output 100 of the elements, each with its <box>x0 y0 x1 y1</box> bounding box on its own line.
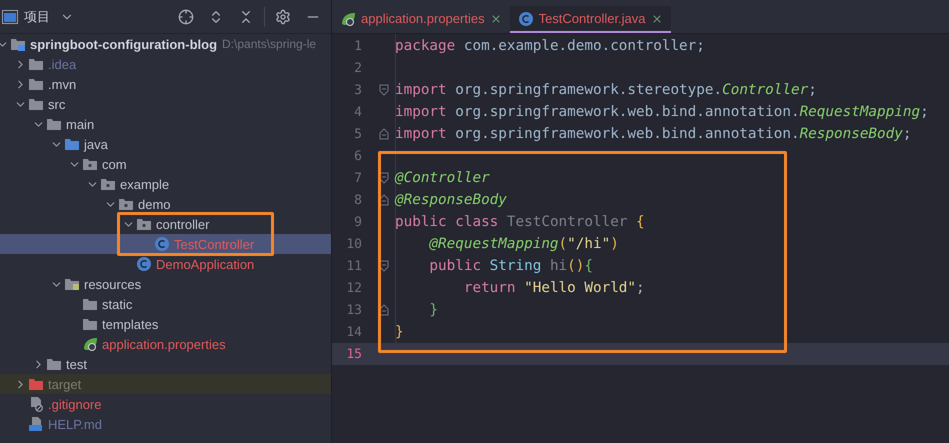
code-line: public class TestController { <box>395 214 645 230</box>
code-line: @ResponseBody <box>395 192 507 208</box>
fold-end-icon[interactable] <box>379 194 389 206</box>
tree-item-label: example <box>120 176 170 192</box>
line-number: 2 <box>353 60 362 76</box>
code-line: public String hi(){ <box>428 258 593 274</box>
package-icon <box>118 196 134 212</box>
tree-item[interactable]: templates <box>0 314 331 334</box>
folder-icon <box>46 116 62 132</box>
folder-icon <box>46 356 62 372</box>
package-icon <box>136 216 152 232</box>
tree-item[interactable]: static <box>0 294 331 314</box>
line-number: 8 <box>353 192 362 208</box>
ignore-file-icon <box>28 396 44 412</box>
leaf-icon <box>82 336 98 352</box>
folder-icon <box>82 296 98 312</box>
panel-title[interactable]: 项目 <box>24 8 50 26</box>
tree-item-label: templates <box>102 316 158 332</box>
panel-icon <box>2 10 18 24</box>
line-number: 15 <box>345 346 362 362</box>
editor-tab[interactable]: application.properties <box>332 6 510 33</box>
code-line: import org.springframework.web.bind.annotation.ResponseBody; <box>395 126 912 142</box>
line-number: 7 <box>353 170 362 186</box>
tree-item[interactable]: .gitignore <box>0 394 331 414</box>
code-line: import org.springframework.web.bind.annotation.RequestMapping; <box>395 104 929 120</box>
tree-item-label: static <box>102 296 132 312</box>
resources-folder-icon <box>64 276 80 292</box>
line-number: 9 <box>353 214 362 230</box>
tree-item[interactable]: example <box>0 174 331 194</box>
tree-item[interactable]: test <box>0 354 331 374</box>
tree-item-label: .mvn <box>48 76 76 92</box>
tree-item-label: test <box>66 356 87 372</box>
code-line: return "Hello World"; <box>462 280 645 296</box>
tree-item[interactable]: application.properties <box>0 334 331 354</box>
line-number: 12 <box>345 280 362 296</box>
folder-icon <box>64 136 80 152</box>
tree-item[interactable]: java <box>0 134 331 154</box>
tree-item-label: src <box>48 96 66 112</box>
tree-item-label: demo <box>138 196 171 212</box>
class-icon <box>154 236 170 252</box>
folder-icon <box>28 56 44 72</box>
leaf-icon <box>340 10 356 26</box>
folder-icon <box>28 376 44 392</box>
line-number: 10 <box>345 236 362 252</box>
module-icon <box>10 36 26 52</box>
tree-item[interactable]: controller <box>0 214 331 234</box>
fold-end-icon[interactable] <box>379 128 389 140</box>
tree-item-label: java <box>84 136 108 152</box>
tree-item[interactable]: com <box>0 154 331 174</box>
editor-tab[interactable]: TestController.java <box>510 6 671 33</box>
tree-item-label: application.properties <box>102 336 226 352</box>
tree-item-label: HELP.md <box>48 416 102 432</box>
folder-icon <box>82 316 98 332</box>
tree-item[interactable]: main <box>0 114 331 134</box>
project-path: D:\pants\spring-le <box>222 37 316 51</box>
tree-item[interactable]: demo <box>0 194 331 214</box>
line-number: 11 <box>345 258 362 274</box>
folder-icon <box>28 76 44 92</box>
code-line: import org.springframework.stereotype.Controller; <box>395 82 817 98</box>
package-icon <box>82 156 98 172</box>
package-icon <box>100 176 116 192</box>
code-line: package com.example.demo.controller; <box>395 38 705 54</box>
class-icon <box>518 10 534 26</box>
tree-item[interactable]: springboot-configuration-blog D:\pants\spring-le <box>0 34 331 54</box>
fold-start-icon[interactable] <box>379 260 389 272</box>
tree-item[interactable]: resources <box>0 274 331 294</box>
close-icon[interactable] <box>650 12 663 24</box>
tree-item-label: springboot-configuration-blog <box>30 36 218 52</box>
locate-icon[interactable] <box>178 8 194 24</box>
tree-item[interactable]: src <box>0 94 331 114</box>
line-number: 4 <box>353 104 362 120</box>
code-line: } <box>428 302 438 318</box>
tree-item-label: TestController <box>174 236 254 252</box>
line-number: 14 <box>345 324 362 340</box>
tree-item-label: DemoApplication <box>156 256 254 272</box>
tree-item-label: .idea <box>48 56 76 72</box>
tree-item[interactable]: DemoApplication <box>0 254 331 274</box>
tree-item-label: main <box>66 116 94 132</box>
close-icon[interactable] <box>490 12 502 24</box>
line-number: 6 <box>353 148 362 164</box>
line-number: 13 <box>345 302 362 318</box>
settings-icon[interactable] <box>275 8 291 24</box>
tree-item-label: controller <box>156 216 210 232</box>
fold-start-icon[interactable] <box>379 84 389 96</box>
line-number: 1 <box>353 38 362 54</box>
code-line: @Controller <box>395 170 490 186</box>
line-number: 3 <box>353 82 362 98</box>
markdown-file-icon <box>28 416 44 432</box>
fold-start-icon[interactable] <box>379 172 389 184</box>
class-icon <box>136 256 152 272</box>
fold-end-icon[interactable] <box>379 304 389 316</box>
code-line: @RequestMapping("/hi") <box>428 236 619 252</box>
line-number: 5 <box>353 126 362 142</box>
folder-icon <box>28 96 44 112</box>
tree-item[interactable]: .mvn <box>0 74 331 94</box>
tree-item-label: .gitignore <box>48 396 102 412</box>
code-line: } <box>395 324 404 340</box>
tree-item-label: resources <box>84 276 142 292</box>
tree-item-label: target <box>48 376 82 392</box>
tree-item-label: com <box>102 156 127 172</box>
